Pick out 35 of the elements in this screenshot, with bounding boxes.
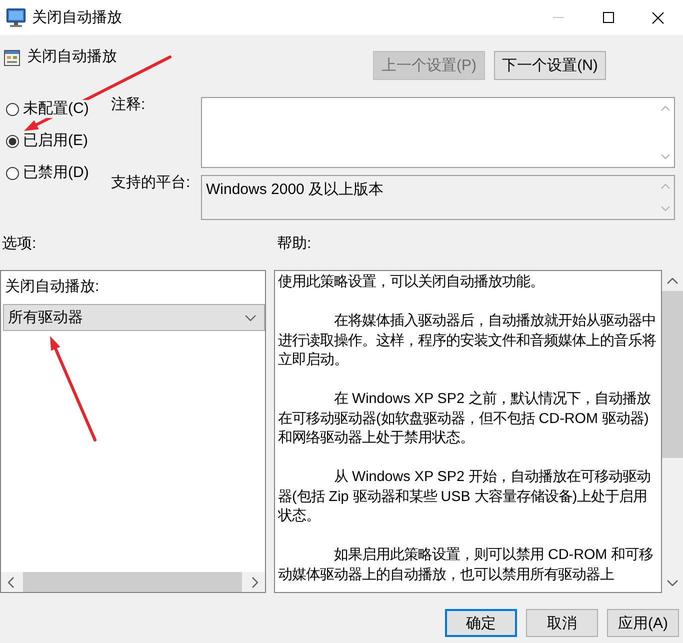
cancel-button[interactable]: 取消: [526, 609, 598, 637]
help-paragraph: 如果启用此策略设置，则可以禁用 CD-ROM 和可移动媒体驱动器上的自动播放，也可以禁用所有驱动器上: [278, 546, 654, 584]
chevron-left-icon[interactable]: [8, 576, 14, 588]
chevron-down-icon: [245, 314, 256, 320]
computer-icon: [6, 8, 26, 28]
drive-dropdown[interactable]: 所有驱动器: [3, 304, 265, 331]
form-window-icon: [4, 50, 20, 66]
platform-label: 支持的平台:: [110, 175, 192, 193]
option-label: 关闭自动播放:: [5, 278, 100, 296]
chevron-down-icon: [661, 154, 670, 159]
help-paragraph: 在 Windows XP SP2 之前，默认情况下，自动播放在可移动驱动器(如软盘驱动器，但不包括 CD-ROM 驱动器)和网络驱动器上处于禁用状态。: [278, 390, 652, 448]
options-heading: 选项:: [1, 235, 38, 253]
next-setting-button[interactable]: 下一个设置(N): [494, 51, 606, 80]
scrollbar-thumb[interactable]: [23, 572, 242, 592]
help-paragraph: 从 Windows XP SP2 开始，自动播放在可移动驱动器(包括 Zip 驱动器和某些 USB 大容量存储设备)上处于启用状态。: [278, 468, 652, 526]
radio-icon[interactable]: [6, 166, 19, 180]
chevron-down-icon: [661, 206, 670, 211]
chevron-up-icon: [661, 106, 670, 111]
chevron-up-icon: [661, 184, 670, 189]
chevron-down-icon[interactable]: [667, 580, 678, 586]
policy-name: 关闭自动播放: [27, 47, 117, 67]
comment-label: 注释:: [110, 97, 146, 115]
apply-button[interactable]: 应用(A): [607, 609, 679, 637]
radio-icon[interactable]: [6, 102, 19, 116]
chevron-up-icon[interactable]: [667, 278, 678, 284]
chevron-right-icon[interactable]: [252, 576, 258, 588]
help-heading: 帮助:: [276, 235, 312, 253]
platform-field[interactable]: Windows 2000 及以上版本: [201, 175, 675, 220]
ok-button[interactable]: 确定: [445, 609, 517, 637]
scrollbar-thumb[interactable]: [662, 291, 683, 458]
window-title: 关闭自动播放: [32, 8, 122, 26]
radio-icon[interactable]: [6, 134, 19, 148]
comment-field[interactable]: [201, 97, 675, 168]
help-paragraph: 使用此策略设置，可以关闭自动播放功能。: [278, 273, 545, 292]
help-paragraph: 在将媒体插入驱动器后，自动播放就开始从驱动器中进行读取操作。这样，程序的安装文件和音频媒体上的音乐将立即启动。: [278, 312, 657, 370]
